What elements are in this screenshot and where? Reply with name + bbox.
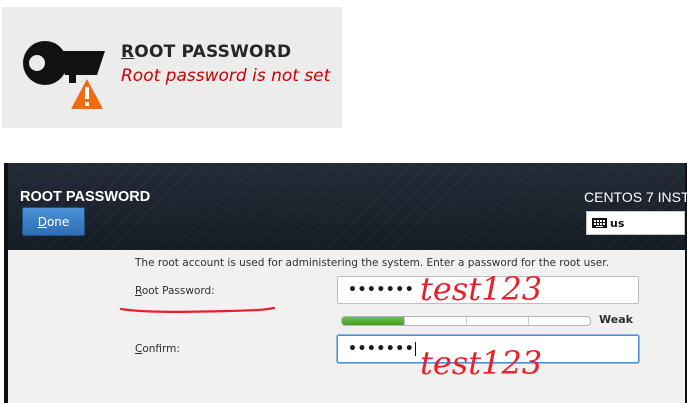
done-label-rest: one <box>46 214 70 229</box>
strength-segment-divider <box>404 317 405 325</box>
spoke-status: Root password is not set <box>121 66 331 86</box>
root-label-rest: oot Password: <box>141 285 215 297</box>
root-password-input[interactable]: ••••••• <box>337 276 639 304</box>
confirm-label-rest: onfirm: <box>142 343 180 355</box>
strength-segment-divider <box>528 317 529 325</box>
keyboard-layout-label: us <box>610 216 625 230</box>
strength-segment-divider <box>466 317 467 325</box>
keyboard-layout-indicator[interactable]: us <box>586 211 685 235</box>
spoke-title-mnemonic: R <box>121 42 135 62</box>
root-label-mnemonic: R <box>135 285 142 297</box>
password-strength-fill <box>342 317 404 325</box>
product-title: CENTOS 7 INST <box>584 189 687 205</box>
text-caret <box>415 342 417 356</box>
root-password-dialog: ROOT PASSWORD Done CENTOS 7 INST us The … <box>4 163 687 403</box>
done-mnemonic: D <box>37 214 47 229</box>
spoke-title-rest: OOT PASSWORD <box>134 42 292 62</box>
confirm-label: Confirm: <box>135 343 180 355</box>
dialog-title: ROOT PASSWORD <box>20 189 151 205</box>
root-password-spoke[interactable]: ROOT PASSWORD Root password is not set <box>2 7 342 128</box>
confirm-password-input[interactable]: ••••••• <box>337 335 639 363</box>
password-strength-bar <box>341 316 591 326</box>
root-password-label: Root Password: <box>135 285 215 297</box>
description-text: The root account is used for administeri… <box>135 257 609 269</box>
key-warning-icon <box>23 41 105 109</box>
confirm-password-value: ••••••• <box>348 341 415 357</box>
keyboard-icon <box>592 218 607 228</box>
dialog-content: The root account is used for administeri… <box>8 250 685 403</box>
spoke-title: ROOT PASSWORD <box>121 42 291 62</box>
dialog-header: ROOT PASSWORD Done CENTOS 7 INST us <box>8 163 687 250</box>
password-strength-label: Weak <box>599 313 633 326</box>
done-button[interactable]: Done <box>22 207 85 236</box>
root-password-value: ••••••• <box>348 282 415 298</box>
